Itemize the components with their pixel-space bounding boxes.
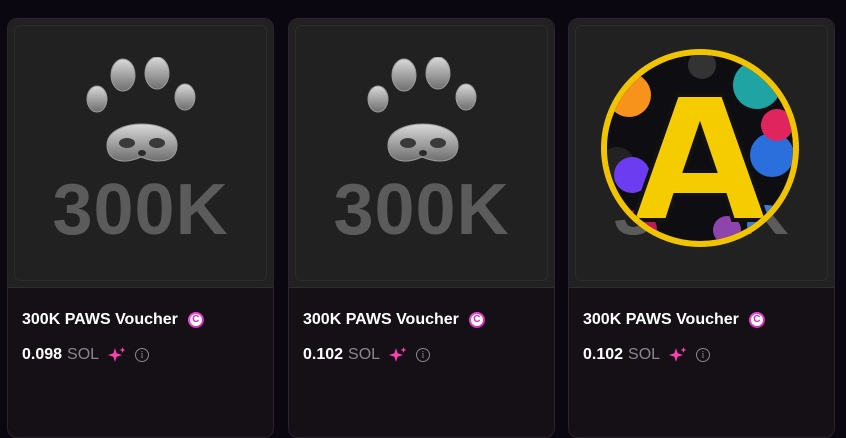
card-title-label: 300K PAWS Voucher: [583, 311, 739, 328]
card-title[interactable]: 300K PAWS Voucher C: [303, 311, 485, 329]
price-value: 0.098: [22, 346, 63, 363]
nft-card[interactable]: 300K PAWS Voucher C 0.102 SOL i: [568, 18, 835, 438]
card-title[interactable]: 300K PAWS Voucher C: [583, 311, 765, 329]
c-badge-icon: C: [468, 312, 485, 328]
price-row: 0.098 SOL i: [22, 346, 150, 364]
letter-a-icon: [630, 93, 770, 222]
card-image[interactable]: 300K: [569, 19, 834, 288]
c-badge-letter: C: [470, 314, 483, 326]
price-unit: SOL: [348, 346, 381, 363]
price-row: 0.102 SOL i: [303, 346, 431, 364]
avatar[interactable]: [601, 49, 799, 247]
c-badge-letter: C: [750, 314, 763, 326]
sparkle-icon: [108, 347, 126, 362]
price-row: 0.102 SOL i: [583, 346, 711, 364]
sparkle-icon: [389, 347, 407, 362]
info-icon[interactable]: i: [135, 348, 150, 362]
paw-icon: [367, 57, 477, 162]
nft-card[interactable]: 300K 300K PAWS Voucher C 0.098 SOL i: [7, 18, 274, 438]
avatar-image: [607, 55, 793, 241]
card-title-label: 300K PAWS Voucher: [303, 311, 459, 328]
card-image[interactable]: 300K: [289, 19, 554, 288]
listing-grid: 300K 300K PAWS Voucher C 0.098 SOL i 300…: [0, 0, 846, 438]
info-icon[interactable]: i: [416, 348, 431, 362]
c-badge-icon: C: [187, 312, 204, 328]
price-unit: SOL: [67, 346, 100, 363]
nft-card[interactable]: 300K 300K PAWS Voucher C 0.102 SOL i: [288, 18, 555, 438]
c-badge-letter: C: [189, 314, 202, 326]
image-amount-text: 300K: [52, 170, 229, 250]
paw-icon: [86, 57, 196, 162]
card-title[interactable]: 300K PAWS Voucher C: [22, 311, 204, 329]
image-amount-text: 300K: [333, 170, 510, 250]
price-unit: SOL: [628, 346, 661, 363]
card-image[interactable]: 300K: [8, 19, 273, 288]
price-value: 0.102: [303, 346, 344, 363]
sparkle-icon: [669, 347, 687, 362]
card-title-label: 300K PAWS Voucher: [22, 311, 178, 328]
c-badge-icon: C: [748, 312, 765, 328]
price-value: 0.102: [583, 346, 624, 363]
info-icon[interactable]: i: [696, 348, 711, 362]
